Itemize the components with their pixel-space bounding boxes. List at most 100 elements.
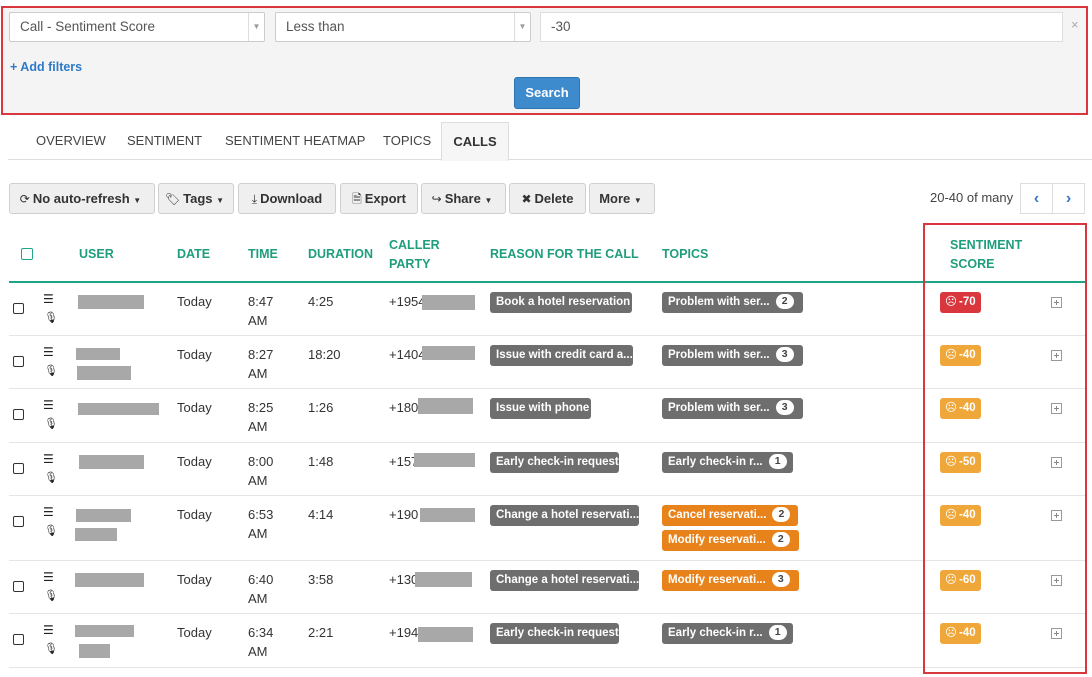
list-icon[interactable]: ☰: [43, 452, 54, 466]
column-header-user[interactable]: USER: [79, 228, 114, 281]
row-checkbox[interactable]: [13, 303, 24, 314]
caller-header-line1: CALLER: [389, 237, 440, 252]
list-icon[interactable]: ☰: [43, 623, 54, 637]
list-icon[interactable]: ☰: [43, 398, 54, 412]
topic-label[interactable]: Modify reservati... 2: [662, 530, 799, 551]
download-button[interactable]: ⤓ Download: [238, 183, 336, 214]
microphone-icon[interactable]: 🎙: [44, 364, 58, 377]
filter-operator-value: Less than: [286, 19, 345, 34]
tab-calls[interactable]: CALLS: [441, 122, 509, 161]
row-checkbox[interactable]: [13, 463, 24, 474]
auto-refresh-label: No auto-refresh: [32, 191, 130, 206]
column-header-duration[interactable]: DURATION: [308, 228, 373, 281]
filter-value-input[interactable]: -30: [540, 12, 1063, 42]
microphone-icon[interactable]: 🎙: [44, 642, 58, 655]
sentiment-score-badge: ☹ -40: [940, 398, 981, 419]
auto-refresh-dropdown[interactable]: ⟳ No auto-refresh ▼: [9, 183, 155, 214]
reason-label[interactable]: Change a hotel reservati...: [490, 570, 639, 591]
topic-label[interactable]: Problem with ser... 3: [662, 398, 803, 419]
filter-field-select[interactable]: Call - Sentiment Score ▼: [9, 12, 265, 42]
export-button[interactable]: 🗎 Export: [340, 183, 418, 214]
column-header-topics[interactable]: TOPICS: [662, 228, 708, 281]
caller-header-line2: PARTY: [389, 256, 431, 271]
delete-button[interactable]: ✖ Delete: [509, 183, 586, 214]
filter-operator-select[interactable]: Less than ▼: [275, 12, 531, 42]
row-caller: +190: [389, 507, 419, 522]
topic-count-badge: 1: [768, 454, 787, 469]
row-time: 8:47 AM: [248, 294, 274, 328]
list-icon[interactable]: ☰: [43, 292, 54, 306]
clear-filter-icon[interactable]: ×: [1071, 17, 1079, 32]
list-icon[interactable]: ☰: [43, 505, 54, 519]
microphone-icon[interactable]: 🎙: [44, 471, 58, 484]
list-icon[interactable]: ☰: [43, 570, 54, 584]
redacted-user: [79, 644, 110, 658]
plus-square-icon[interactable]: [1051, 575, 1062, 586]
tab-sentiment[interactable]: SENTIMENT: [127, 122, 202, 160]
plus-square-icon[interactable]: [1051, 297, 1062, 308]
file-export-icon: 🗎: [352, 192, 362, 206]
more-dropdown[interactable]: More ▼: [589, 183, 655, 214]
reason-label[interactable]: Early check-in request: [490, 623, 619, 644]
row-checkbox[interactable]: [13, 634, 24, 645]
select-all-checkbox[interactable]: [21, 248, 33, 260]
prev-page-button[interactable]: ‹: [1020, 183, 1053, 214]
row-checkbox[interactable]: [13, 356, 24, 367]
plus-square-icon[interactable]: [1051, 350, 1062, 361]
column-header-reason[interactable]: REASON FOR THE CALL: [490, 228, 639, 281]
plus-square-icon[interactable]: [1051, 457, 1062, 468]
reason-label[interactable]: Change a hotel reservati...: [490, 505, 639, 526]
topic-label[interactable]: Problem with ser... 2: [662, 292, 803, 313]
pagination-text: 20-40 of many: [930, 190, 1014, 205]
topic-label[interactable]: Early check-in r... 1: [662, 623, 793, 644]
list-icon[interactable]: ☰: [43, 345, 54, 359]
row-time: 8:27 AM: [248, 347, 274, 381]
redacted-user: [78, 295, 144, 309]
tag-icon: 🏷: [164, 192, 181, 206]
column-header-caller-party[interactable]: CALLER PARTY: [389, 228, 440, 281]
row-duration: 18:20: [308, 347, 341, 362]
redacted-user: [75, 625, 134, 637]
row-checkbox[interactable]: [13, 409, 24, 420]
row-caller: +194: [389, 625, 419, 640]
plus-square-icon[interactable]: [1051, 628, 1062, 639]
microphone-icon[interactable]: 🎙: [44, 589, 58, 602]
topic-label[interactable]: Cancel reservati... 2: [662, 505, 798, 526]
frown-icon: ☹: [945, 402, 957, 414]
row-date: Today: [177, 347, 212, 362]
column-header-time[interactable]: TIME: [248, 228, 278, 281]
share-dropdown[interactable]: ↪ Share ▼: [421, 183, 506, 214]
redacted-user: [79, 455, 144, 469]
row-date: Today: [177, 507, 212, 522]
reason-label[interactable]: Book a hotel reservation: [490, 292, 632, 313]
add-filters-link[interactable]: + Add filters: [10, 60, 82, 74]
next-page-button[interactable]: ›: [1052, 183, 1085, 214]
reason-label[interactable]: Early check-in request: [490, 452, 619, 473]
row-checkbox[interactable]: [13, 581, 24, 592]
plus-square-icon[interactable]: [1051, 403, 1062, 414]
column-header-date[interactable]: DATE: [177, 228, 210, 281]
redacted-phone: [418, 627, 473, 642]
reason-label[interactable]: Issue with phone: [490, 398, 591, 419]
topic-label[interactable]: Modify reservati... 3: [662, 570, 799, 591]
row-caller: +180: [389, 400, 419, 415]
row-caller: +1404: [389, 347, 426, 362]
microphone-icon[interactable]: 🎙: [44, 524, 58, 537]
microphone-icon[interactable]: 🎙: [44, 417, 58, 430]
search-button[interactable]: Search: [514, 77, 580, 109]
topic-count-badge: 3: [771, 572, 790, 587]
chevron-down-icon: ▼: [248, 13, 264, 41]
row-checkbox[interactable]: [13, 516, 24, 527]
tags-dropdown[interactable]: 🏷 Tags ▼: [158, 183, 234, 214]
row-time: 8:00 AM: [248, 454, 274, 488]
plus-square-icon[interactable]: [1051, 510, 1062, 521]
topic-label[interactable]: Early check-in r... 1: [662, 452, 793, 473]
redacted-user: [78, 403, 159, 415]
topic-label[interactable]: Problem with ser... 3: [662, 345, 803, 366]
reason-label[interactable]: Issue with credit card a...: [490, 345, 633, 366]
export-label: Export: [364, 191, 406, 206]
tab-sentiment-heatmap[interactable]: SENTIMENT HEATMAP: [225, 122, 365, 160]
tab-overview[interactable]: OVERVIEW: [36, 122, 106, 160]
tab-topics[interactable]: TOPICS: [383, 122, 431, 160]
microphone-icon[interactable]: 🎙: [44, 311, 58, 324]
